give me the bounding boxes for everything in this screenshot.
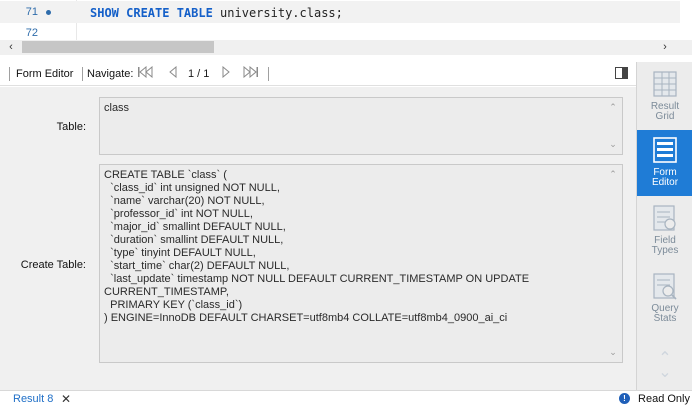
previous-record-button[interactable] [165,65,181,82]
sql-editor[interactable]: 71 SHOW CREATE TABLE university.class; 7… [0,0,692,40]
field-types-label: Field Types [651,235,679,256]
toolbar-grip [9,67,10,81]
page-indicator: 1 / 1 [188,68,210,80]
last-record-icon [243,65,258,79]
table-label: Table: [56,121,86,133]
form-editor-label: Form Editor [651,167,679,188]
query-stats-tab[interactable]: Query Stats [637,266,692,332]
read-only-status: Read Only [638,393,690,405]
result-tab[interactable]: Result 8 [13,393,53,405]
status-bar: Result 8 ✕ ! Read Only [0,390,692,405]
first-record-icon [138,65,153,79]
toolbar-separator [82,67,83,81]
query-stats-label: Query Stats [651,303,679,324]
form-editor-tab[interactable]: Form Editor [637,130,692,196]
last-record-button[interactable] [243,65,259,82]
sql-keywords: SHOW CREATE TABLE [90,6,213,20]
result-view-switcher: Result Grid Form Editor Field Types Query St… [636,62,692,390]
scrollbar-thumb[interactable] [22,41,214,53]
scroll-up-icon[interactable]: ⌃ [608,170,618,179]
navigate-label: Navigate: [87,68,134,80]
form-editor-panel: Table: class ⌃ ⌄ Create Table: CREATE TA… [0,87,636,390]
form-editor-label: Form Editor [16,68,74,80]
toggle-side-panel-icon[interactable] [615,67,628,79]
create-table-field[interactable]: CREATE TABLE `class` ( `class_id` int un… [99,164,623,363]
table-field-value[interactable]: class [104,102,602,115]
sql-identifier: university.class; [212,6,343,20]
query-stats-icon [653,273,677,300]
editor-horizontal-scrollbar[interactable]: ‹ › [0,40,692,55]
close-result-tab-icon[interactable]: ✕ [61,392,71,405]
next-record-button[interactable] [218,65,234,82]
scroll-down-icon[interactable]: ⌄ [608,348,618,357]
result-grid-tab[interactable]: Result Grid [637,64,692,130]
form-editor-toolbar: Form Editor Navigate: 1 / 1 [0,62,636,86]
statement-marker-icon [46,10,51,15]
result-grid-label: Result Grid [650,101,680,122]
create-table-field-value[interactable]: CREATE TABLE `class` ( `class_id` int un… [104,169,602,325]
previous-record-icon [169,65,177,79]
result-grid-icon [653,71,677,97]
first-record-button[interactable] [137,65,153,82]
next-record-icon [222,65,230,79]
field-types-tab[interactable]: Field Types [637,198,692,264]
line-number: 71 [25,6,38,18]
toolbar-separator [268,67,269,81]
info-icon: ! [619,393,630,404]
scroll-right-icon[interactable]: › [658,41,672,54]
scroll-up-icon[interactable]: ⌃ [608,103,618,112]
code-line[interactable]: 71 SHOW CREATE TABLE university.class; [0,1,680,23]
more-views-chevron-icon[interactable]: ⌃ ⌄ [654,351,676,382]
scroll-left-icon[interactable]: ‹ [4,41,18,54]
table-field[interactable]: class ⌃ ⌄ [99,97,623,155]
create-table-label: Create Table: [20,259,86,271]
scroll-down-icon[interactable]: ⌄ [608,140,618,149]
code-text[interactable]: SHOW CREATE TABLE university.class; [90,6,343,20]
form-editor-icon [653,137,677,163]
line-number: 72 [25,27,38,39]
field-types-icon [653,205,676,231]
